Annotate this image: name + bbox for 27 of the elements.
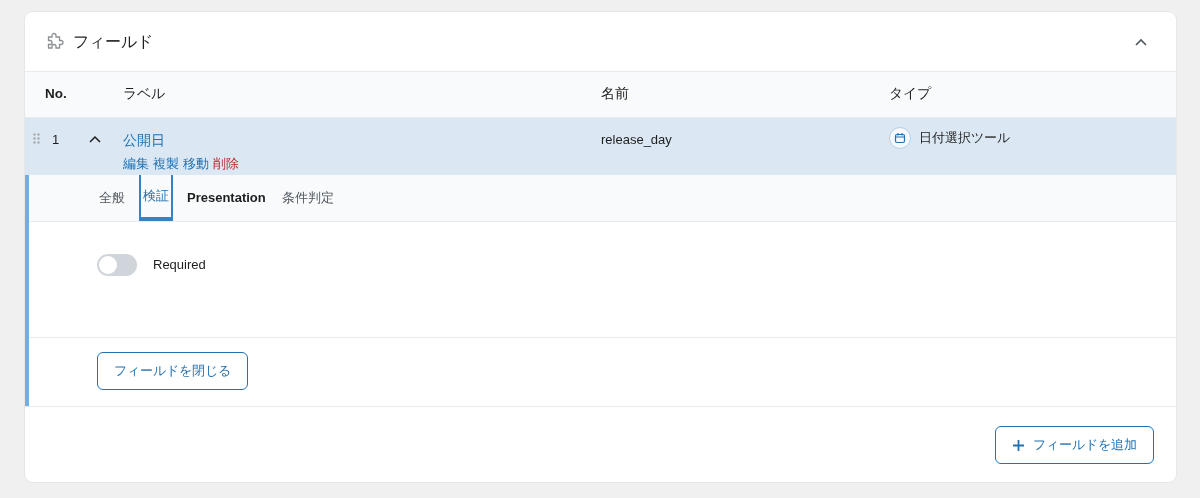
row-number: 1 <box>52 131 60 149</box>
toggle-switch[interactable] <box>97 254 137 276</box>
column-header: ラベル <box>123 85 166 104</box>
calendar-icon <box>889 127 911 149</box>
tab[interactable]: 条件判定 <box>279 175 336 221</box>
field-label-link[interactable]: 公開日 <box>123 130 601 151</box>
close-field-button[interactable]: フィールドを閉じる <box>97 352 248 390</box>
action-link[interactable]: 削除 <box>213 155 239 174</box>
column-header: 名前 <box>601 85 630 104</box>
chevron-up-icon[interactable] <box>1134 36 1148 47</box>
drag-handle-icon[interactable] <box>33 133 40 144</box>
tab[interactable]: Presentation <box>185 175 268 221</box>
action-link[interactable]: 複製 <box>153 155 179 174</box>
field-type: 日付選択ツール <box>919 129 1010 148</box>
column-header: No. <box>45 85 68 104</box>
column-header: タイプ <box>889 85 933 104</box>
add-field-button[interactable]: フィールドを追加 <box>995 426 1154 464</box>
action-link[interactable]: 編集 <box>123 155 149 174</box>
setting-label: Required <box>153 256 206 275</box>
puzzle-icon <box>45 31 65 52</box>
tab[interactable]: 全般 <box>97 175 127 221</box>
field-name: release_day <box>601 131 673 149</box>
tab[interactable]: 検証 <box>139 175 173 221</box>
chevron-up-icon[interactable] <box>89 135 102 143</box>
plus-icon <box>1012 438 1025 452</box>
action-link[interactable]: 移動 <box>183 155 209 174</box>
panel-title: フィールド <box>73 31 153 52</box>
